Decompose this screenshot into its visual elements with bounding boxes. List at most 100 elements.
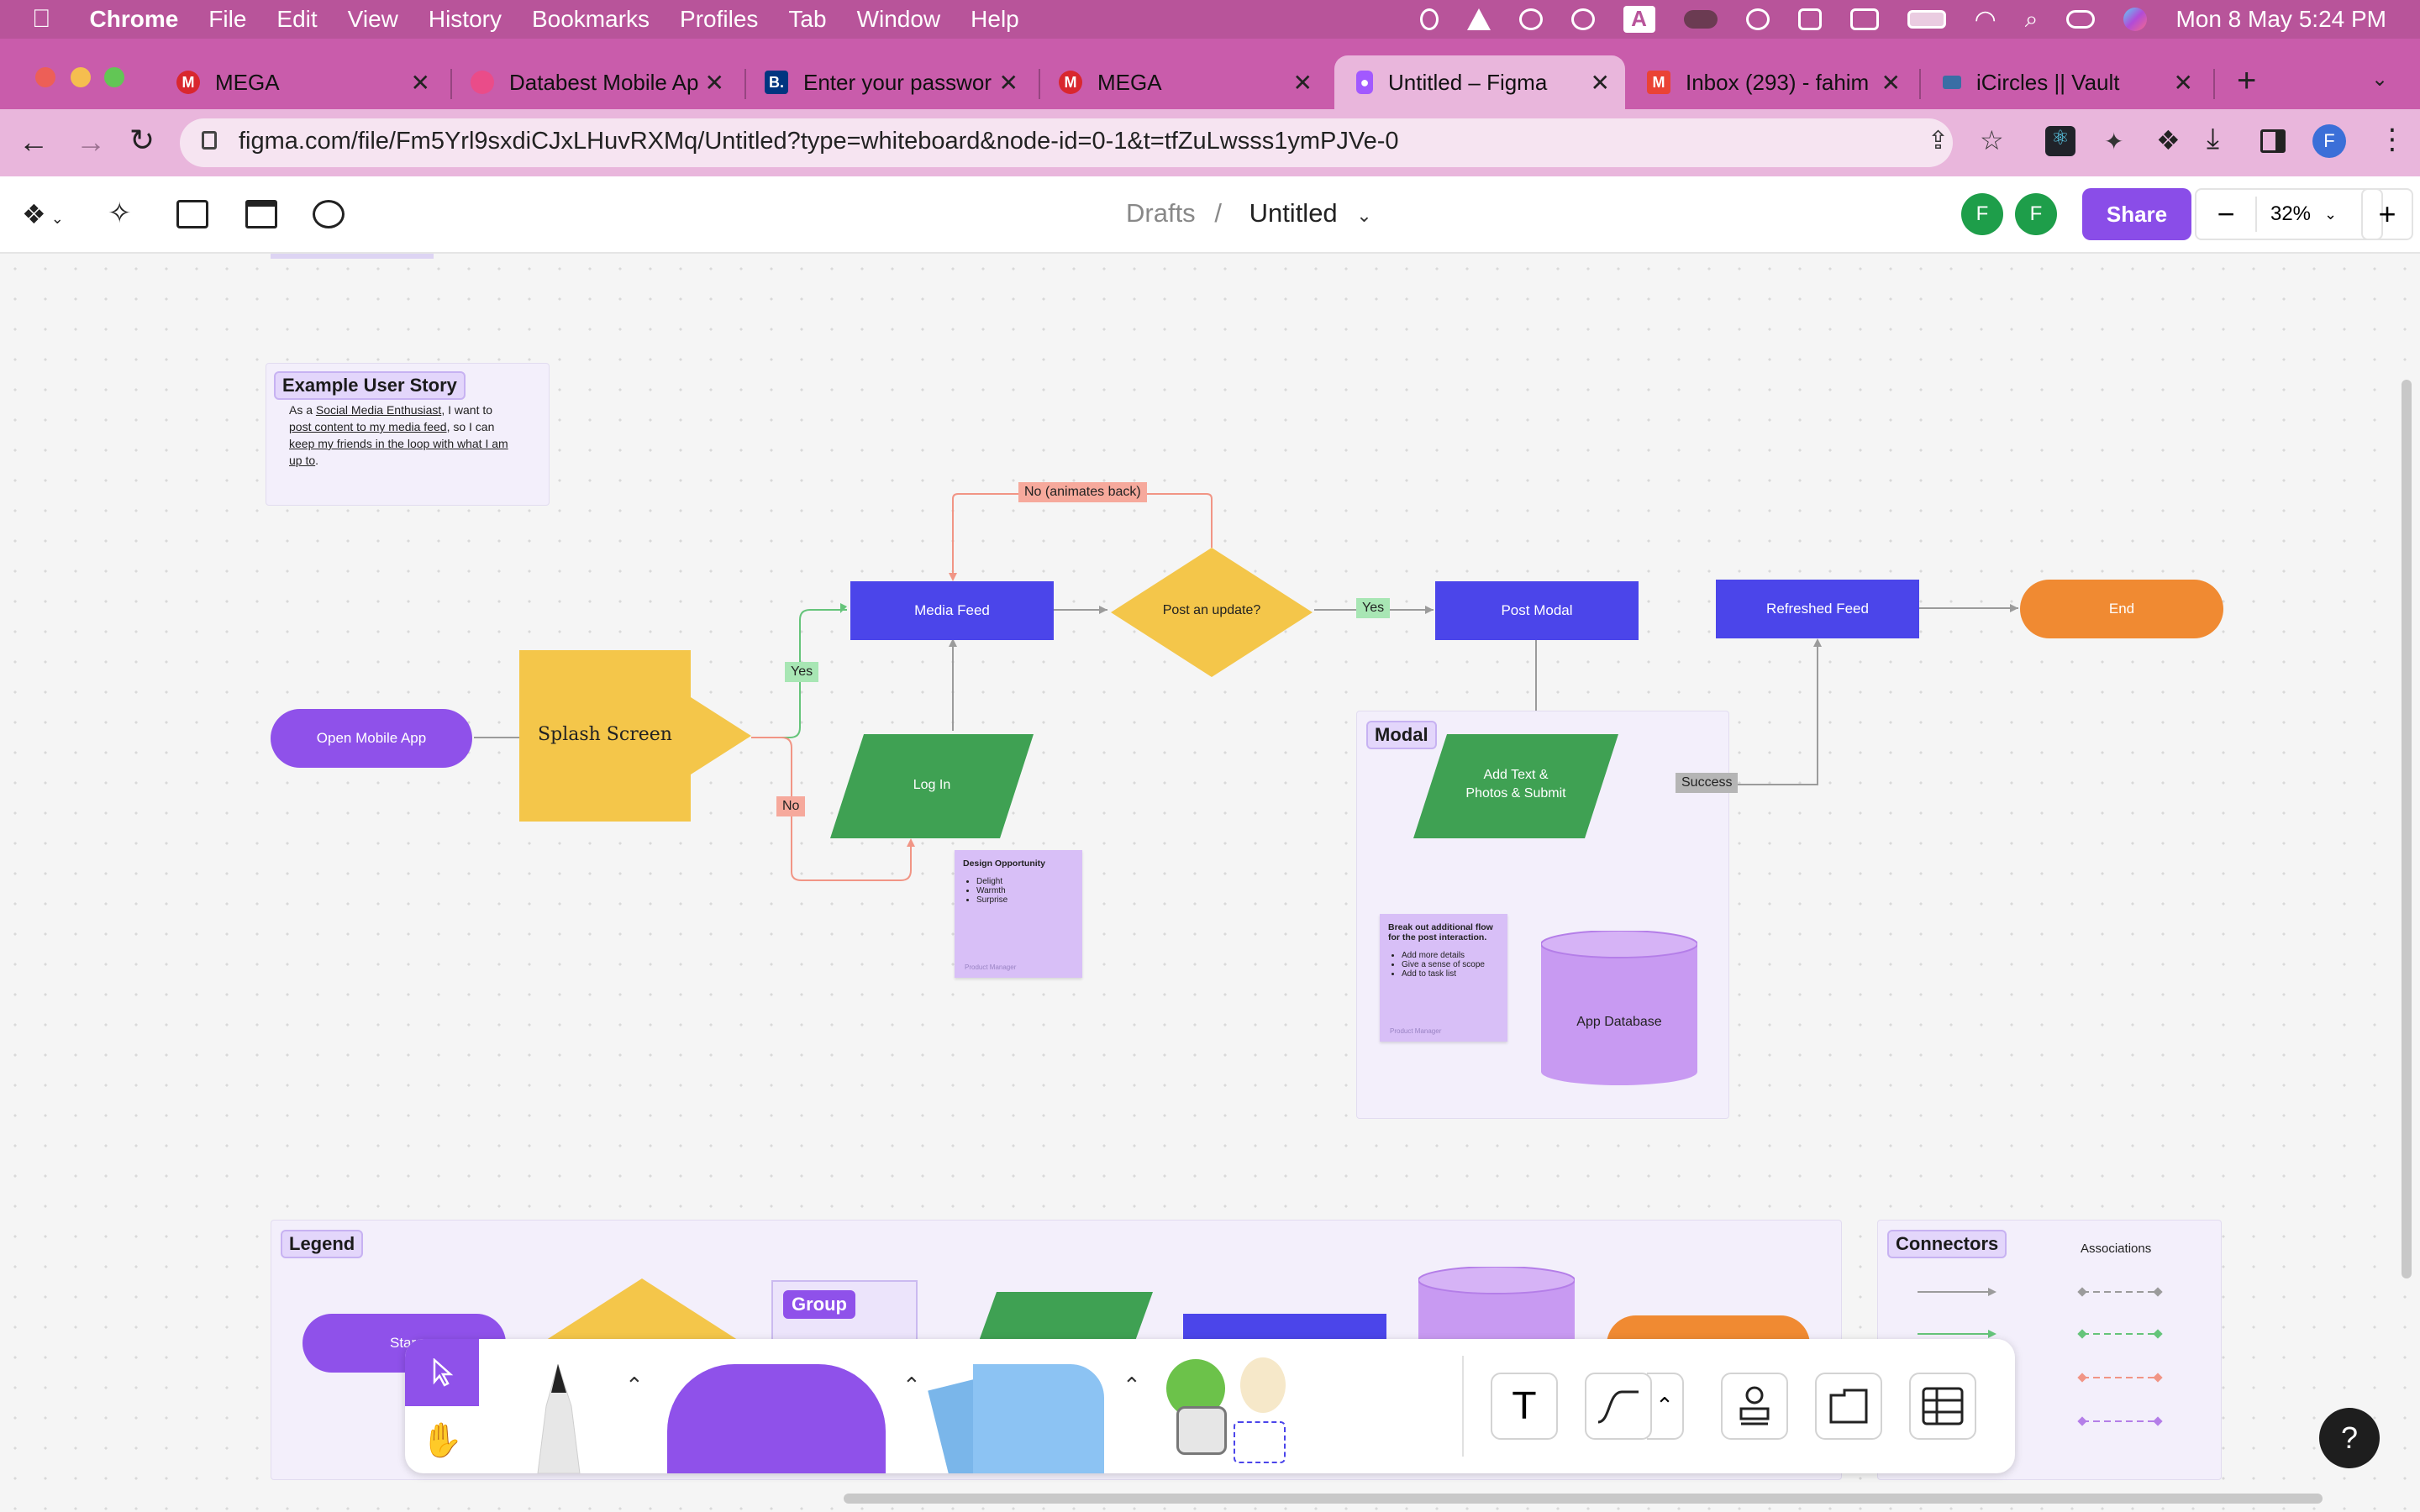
label-no-animates-back[interactable]: No (animates back)	[1018, 482, 1147, 502]
connectors-title[interactable]: Connectors	[1887, 1230, 2007, 1258]
spotlight-search-icon[interactable]: ⌕	[2025, 6, 2039, 34]
help-button[interactable]: ?	[2319, 1408, 2380, 1468]
hand-tool-button[interactable]: ✋	[405, 1406, 479, 1473]
close-tab-icon[interactable]: ✕	[1881, 69, 1901, 97]
vertical-scrollbar[interactable]	[2402, 380, 2412, 1278]
menu-file[interactable]: File	[208, 6, 246, 33]
move-tool-button[interactable]	[405, 1339, 479, 1406]
user-story-text[interactable]: As a Social Media Enthusiast, I want to …	[289, 402, 516, 469]
tab-icircles[interactable]: iCircles || Vault ✕	[1923, 55, 2208, 109]
close-tab-icon[interactable]: ✕	[999, 69, 1018, 97]
media-feed-node[interactable]: Media Feed	[850, 581, 1054, 640]
stamp-tool-button[interactable]	[1721, 1373, 1788, 1440]
post-modal-node[interactable]: Post Modal	[1435, 581, 1639, 640]
share-page-icon[interactable]: ⇪	[1928, 126, 1949, 155]
zoom-menu-chevron-icon[interactable]: ⌄	[2324, 206, 2337, 223]
menubar-clock[interactable]: Mon 8 May 5:24 PM	[2175, 6, 2386, 33]
menu-view[interactable]: View	[348, 6, 398, 33]
legend-group-tag[interactable]: Group	[783, 1290, 855, 1319]
ai-assist-icon[interactable]: ✧	[108, 197, 132, 230]
label-no-splash[interactable]: No	[776, 796, 806, 816]
file-menu-chevron-icon[interactable]: ⌄	[1356, 205, 1371, 226]
lock-icon[interactable]	[202, 131, 217, 150]
tab-mega-1[interactable]: M MEGA ✕	[160, 55, 445, 109]
label-yes-login[interactable]: Yes	[785, 662, 819, 682]
horizontal-scrollbar[interactable]	[844, 1494, 2323, 1504]
new-tab-button[interactable]: +	[2237, 62, 2256, 100]
sticky-tool-button[interactable]	[973, 1364, 1104, 1473]
wifi-icon[interactable]: ◠	[1975, 5, 1996, 34]
comment-icon[interactable]	[313, 200, 345, 228]
open-mobile-app-node[interactable]: Open Mobile App	[271, 709, 472, 768]
zoom-window-button[interactable]	[104, 67, 124, 87]
templates-icon[interactable]	[245, 200, 277, 228]
label-yes-post[interactable]: Yes	[1356, 598, 1391, 618]
breadcrumb-drafts[interactable]: Drafts	[1126, 198, 1196, 228]
add-text-photos-node[interactable]: Add Text & Photos & Submit	[1413, 734, 1618, 838]
tab-figma-active[interactable]: ● Untitled – Figma ✕	[1334, 55, 1625, 109]
display-icon[interactable]	[1849, 8, 1879, 30]
tab-databest[interactable]: Databest Mobile Ap ✕	[454, 55, 739, 109]
close-tab-icon[interactable]: ✕	[1293, 69, 1313, 97]
mega-status-icon[interactable]	[1570, 8, 1595, 30]
marker-options-chevron-icon[interactable]: ⌃	[625, 1373, 644, 1399]
control-center-icon[interactable]	[2066, 10, 2096, 29]
creative-cloud-icon[interactable]	[1518, 8, 1543, 30]
extension-icon[interactable]: ✦	[2104, 128, 2123, 155]
tab-gmail[interactable]: M Inbox (293) - fahim ✕	[1630, 55, 1916, 109]
app-database-node[interactable]: App Database	[1540, 930, 1698, 1085]
play-status-icon[interactable]	[1745, 8, 1770, 30]
figma-status-icon[interactable]	[1419, 8, 1439, 30]
whiteboard-canvas[interactable]: Example User Story As a Social Media Ent…	[0, 254, 2420, 1512]
tab-mega-2[interactable]: M MEGA ✕	[1042, 55, 1328, 109]
forward-icon[interactable]: →	[76, 124, 106, 160]
menu-history[interactable]: History	[429, 6, 502, 33]
vlc-status-icon[interactable]	[1466, 8, 1491, 30]
apple-icon[interactable]: 	[32, 5, 51, 34]
zoom-level[interactable]: 32%	[2257, 202, 2324, 226]
battery-icon[interactable]	[1907, 10, 1946, 29]
assets-icon[interactable]	[176, 200, 208, 228]
menu-profiles[interactable]: Profiles	[680, 6, 758, 33]
file-title[interactable]: Untitled	[1249, 198, 1338, 228]
tab-booking[interactable]: B. Enter your passwor ✕	[748, 55, 1034, 109]
menu-bookmarks[interactable]: Bookmarks	[532, 6, 650, 33]
reload-icon[interactable]: ↻	[129, 123, 155, 158]
menu-tab[interactable]: Tab	[788, 6, 826, 33]
close-tab-icon[interactable]: ✕	[2174, 69, 2193, 97]
close-window-button[interactable]	[35, 67, 55, 87]
user-story-title[interactable]: Example User Story	[274, 371, 466, 400]
downloads-icon[interactable]: ⤓	[2207, 123, 2219, 155]
side-panel-icon[interactable]	[2260, 129, 2286, 153]
extensions-puzzle-icon[interactable]: ❖	[2156, 124, 2181, 156]
close-tab-icon[interactable]: ✕	[1591, 69, 1610, 97]
menu-app-chrome[interactable]: Chrome	[90, 6, 179, 33]
shape-options-chevron-icon[interactable]: ⌃	[902, 1373, 921, 1399]
shape-tool-button[interactable]	[667, 1364, 886, 1473]
chrome-menu-icon[interactable]: ⋮	[2378, 123, 2407, 156]
collaborator-avatar[interactable]: F	[2015, 193, 2057, 235]
close-tab-icon[interactable]: ✕	[705, 69, 724, 97]
text-input-icon[interactable]: A	[1623, 6, 1655, 33]
url-text[interactable]: figma.com/file/Fm5Yrl9sxdiCJxLHuvRXMq/Un…	[239, 128, 1399, 155]
profile-avatar[interactable]: F	[2312, 124, 2346, 158]
connector-tool-button[interactable]	[1585, 1373, 1652, 1440]
post-update-decision[interactable]: Post an update?	[1111, 548, 1313, 677]
sticky-design-opportunity[interactable]: Design Opportunity Delight Warmth Surpri…	[955, 850, 1082, 978]
bookmark-star-icon[interactable]: ☆	[1980, 124, 2004, 156]
marker-tool-icon[interactable]	[521, 1364, 597, 1473]
menu-edit[interactable]: Edit	[276, 6, 317, 33]
zoom-out-icon[interactable]: −	[2196, 197, 2257, 232]
siri-icon[interactable]	[2123, 8, 2148, 31]
table-tool-button[interactable]	[1909, 1373, 1976, 1440]
stickers-widget-button[interactable]	[1160, 1351, 1286, 1468]
legend-title[interactable]: Legend	[281, 1230, 364, 1258]
label-success[interactable]: Success	[1676, 773, 1739, 793]
log-in-node[interactable]: Log In	[830, 734, 1034, 838]
minimize-window-button[interactable]	[71, 67, 91, 87]
text-tool-button[interactable]: T	[1491, 1373, 1558, 1440]
share-button[interactable]: Share	[2082, 188, 2191, 240]
end-node[interactable]: End	[2020, 580, 2223, 638]
connector-options-chevron-icon[interactable]: ⌃	[1647, 1373, 1684, 1440]
react-devtools-icon[interactable]: ⚛	[2045, 126, 2075, 156]
